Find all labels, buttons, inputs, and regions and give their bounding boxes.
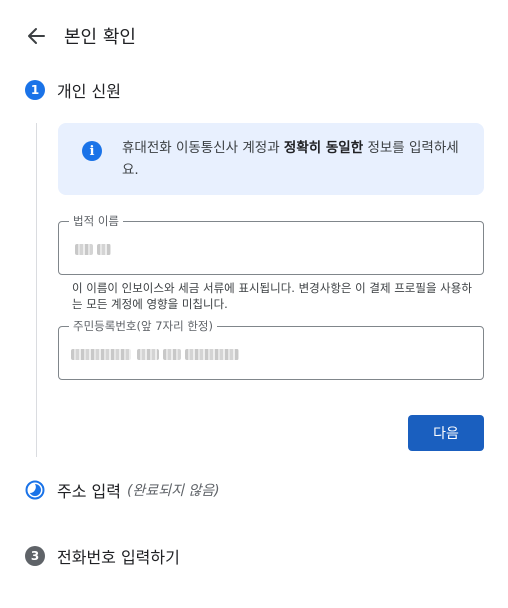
step-3-number-icon: 3 bbox=[25, 546, 45, 566]
redacted-value bbox=[163, 349, 181, 360]
redacted-value bbox=[185, 349, 239, 360]
step-3-label: 전화번호 입력하기 bbox=[57, 548, 180, 567]
step-3: 3 전화번호 입력하기 bbox=[25, 544, 180, 568]
info-banner: i 휴대전화 이동통신사 계정과 정확히 동일한 정보를 입력하세요. bbox=[58, 123, 484, 195]
in-progress-icon bbox=[25, 480, 45, 500]
step-2-label: 주소 입력 bbox=[57, 482, 121, 501]
legal-name-field[interactable]: 법적 이름 bbox=[58, 213, 484, 275]
resident-id-field[interactable]: 주민등록번호(앞 7자리 한정) bbox=[58, 318, 484, 380]
redacted-value bbox=[71, 349, 131, 360]
redacted-value bbox=[75, 244, 93, 255]
info-icon: i bbox=[82, 141, 102, 161]
step-1-label: 개인 신원 bbox=[57, 82, 121, 101]
step-1-number-icon: 1 bbox=[25, 80, 45, 100]
legal-name-helper: 이 이름이 인보이스와 세금 서류에 표시됩니다. 변경사항은 이 결제 프로필… bbox=[72, 281, 472, 311]
redacted-value bbox=[97, 244, 111, 255]
info-text: 휴대전화 이동통신사 계정과 정확히 동일한 정보를 입력하세요. bbox=[122, 140, 459, 178]
next-button[interactable]: 다음 bbox=[408, 415, 484, 451]
page-header: 본인 확인 bbox=[24, 22, 136, 50]
resident-id-label: 주민등록번호(앞 7자리 한정) bbox=[69, 318, 217, 334]
step-2-status: (완료되지 않음) bbox=[126, 483, 220, 499]
step-2: 주소 입력 (완료되지 않음) bbox=[25, 478, 220, 502]
step-1: 1 개인 신원 bbox=[25, 78, 121, 102]
arrow-left-icon bbox=[28, 28, 45, 44]
redacted-value bbox=[137, 349, 159, 360]
page-title: 본인 확인 bbox=[64, 27, 136, 48]
legal-name-label: 법적 이름 bbox=[69, 213, 123, 229]
back-button[interactable] bbox=[24, 24, 48, 48]
step-connector bbox=[36, 123, 37, 457]
